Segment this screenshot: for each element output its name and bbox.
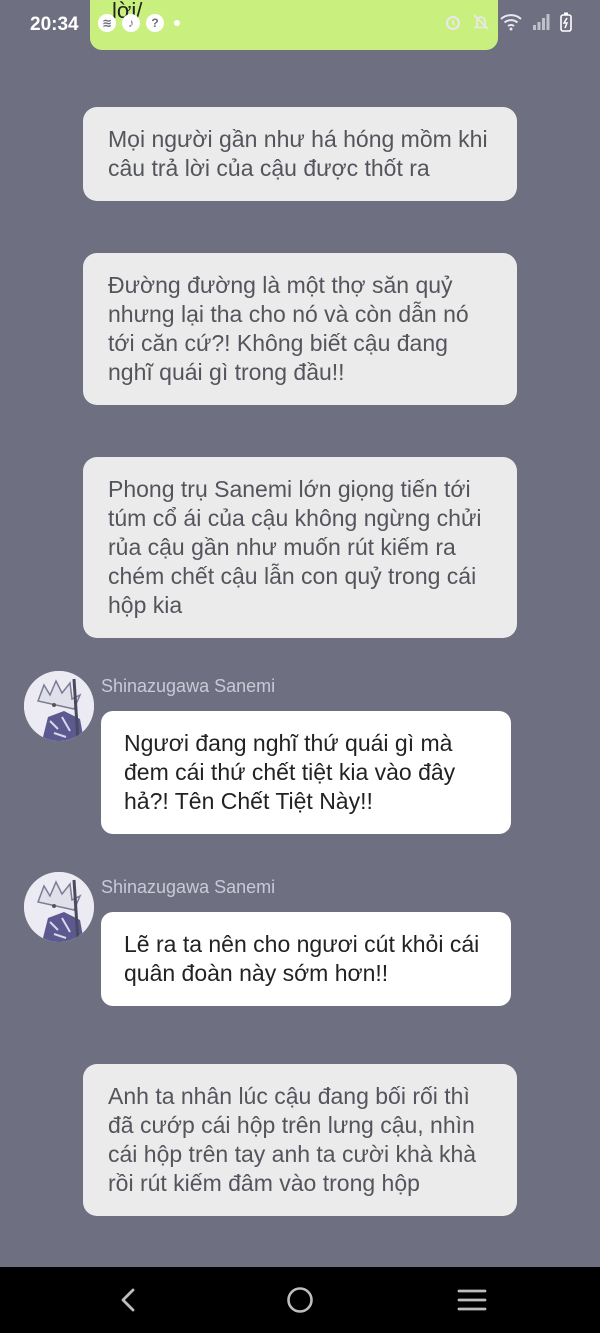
narration-text: Mọi người gần như há hóng mồm khi câu tr… [108, 126, 488, 181]
narration-text: Phong trụ Sanemi lớn giọng tiến tới túm … [108, 476, 482, 618]
avatar[interactable] [24, 872, 94, 942]
speech-text: Lẽ ra ta nên cho ngươi cút khỏi cái quân… [124, 931, 480, 986]
speaker-name: Shinazugawa Sanemi [101, 676, 276, 696]
wifi-icon [500, 14, 522, 31]
system-icons [444, 12, 572, 32]
menu-icon [457, 1289, 487, 1311]
notification-icons: ≋ ♪ ? [98, 14, 180, 32]
more-notifications-icon [174, 20, 180, 26]
speech-bubble: Lẽ ra ta nên cho ngươi cút khỏi cái quân… [101, 912, 511, 1006]
navigation-bar [0, 1267, 600, 1333]
narration-bubble: Mọi người gần như há hóng mồm khi câu tr… [83, 107, 517, 201]
recents-button[interactable] [432, 1267, 512, 1333]
narration-bubble: Anh ta nhân lúc cậu đang bối rối thì đã … [83, 1064, 517, 1216]
narration-bubble: Đường đường là một thợ săn quỷ nhưng lại… [83, 253, 517, 405]
speech-text: Ngươi đang nghĩ thứ quái gì mà đem cái t… [124, 730, 456, 814]
home-button[interactable] [260, 1267, 340, 1333]
back-icon [121, 1288, 135, 1312]
back-button[interactable] [88, 1267, 168, 1333]
spotify-icon: ≋ [98, 14, 116, 32]
character-avatar-icon [24, 671, 94, 741]
signal-icon [533, 14, 550, 30]
alarm-icon [446, 16, 460, 30]
help-icon: ? [146, 14, 164, 32]
speech-bubble: Ngươi đang nghĩ thứ quái gì mà đem cái t… [101, 711, 511, 834]
narration-bubble: Phong trụ Sanemi lớn giọng tiến tới túm … [83, 457, 517, 638]
music-icon: ♪ [122, 14, 140, 32]
speaker-name: Shinazugawa Sanemi [101, 877, 276, 897]
narration-text: Đường đường là một thợ săn quỷ nhưng lại… [108, 272, 469, 385]
narration-text: Anh ta nhân lúc cậu đang bối rối thì đã … [108, 1083, 477, 1196]
mute-icon [473, 14, 489, 30]
home-icon [287, 1287, 313, 1313]
avatar[interactable] [24, 671, 94, 741]
status-time: 20:34 [30, 14, 79, 35]
character-avatar-icon [24, 872, 94, 942]
battery-icon [560, 12, 572, 32]
status-bar: lời/ 20:34 ≋ ♪ ? [0, 0, 600, 52]
